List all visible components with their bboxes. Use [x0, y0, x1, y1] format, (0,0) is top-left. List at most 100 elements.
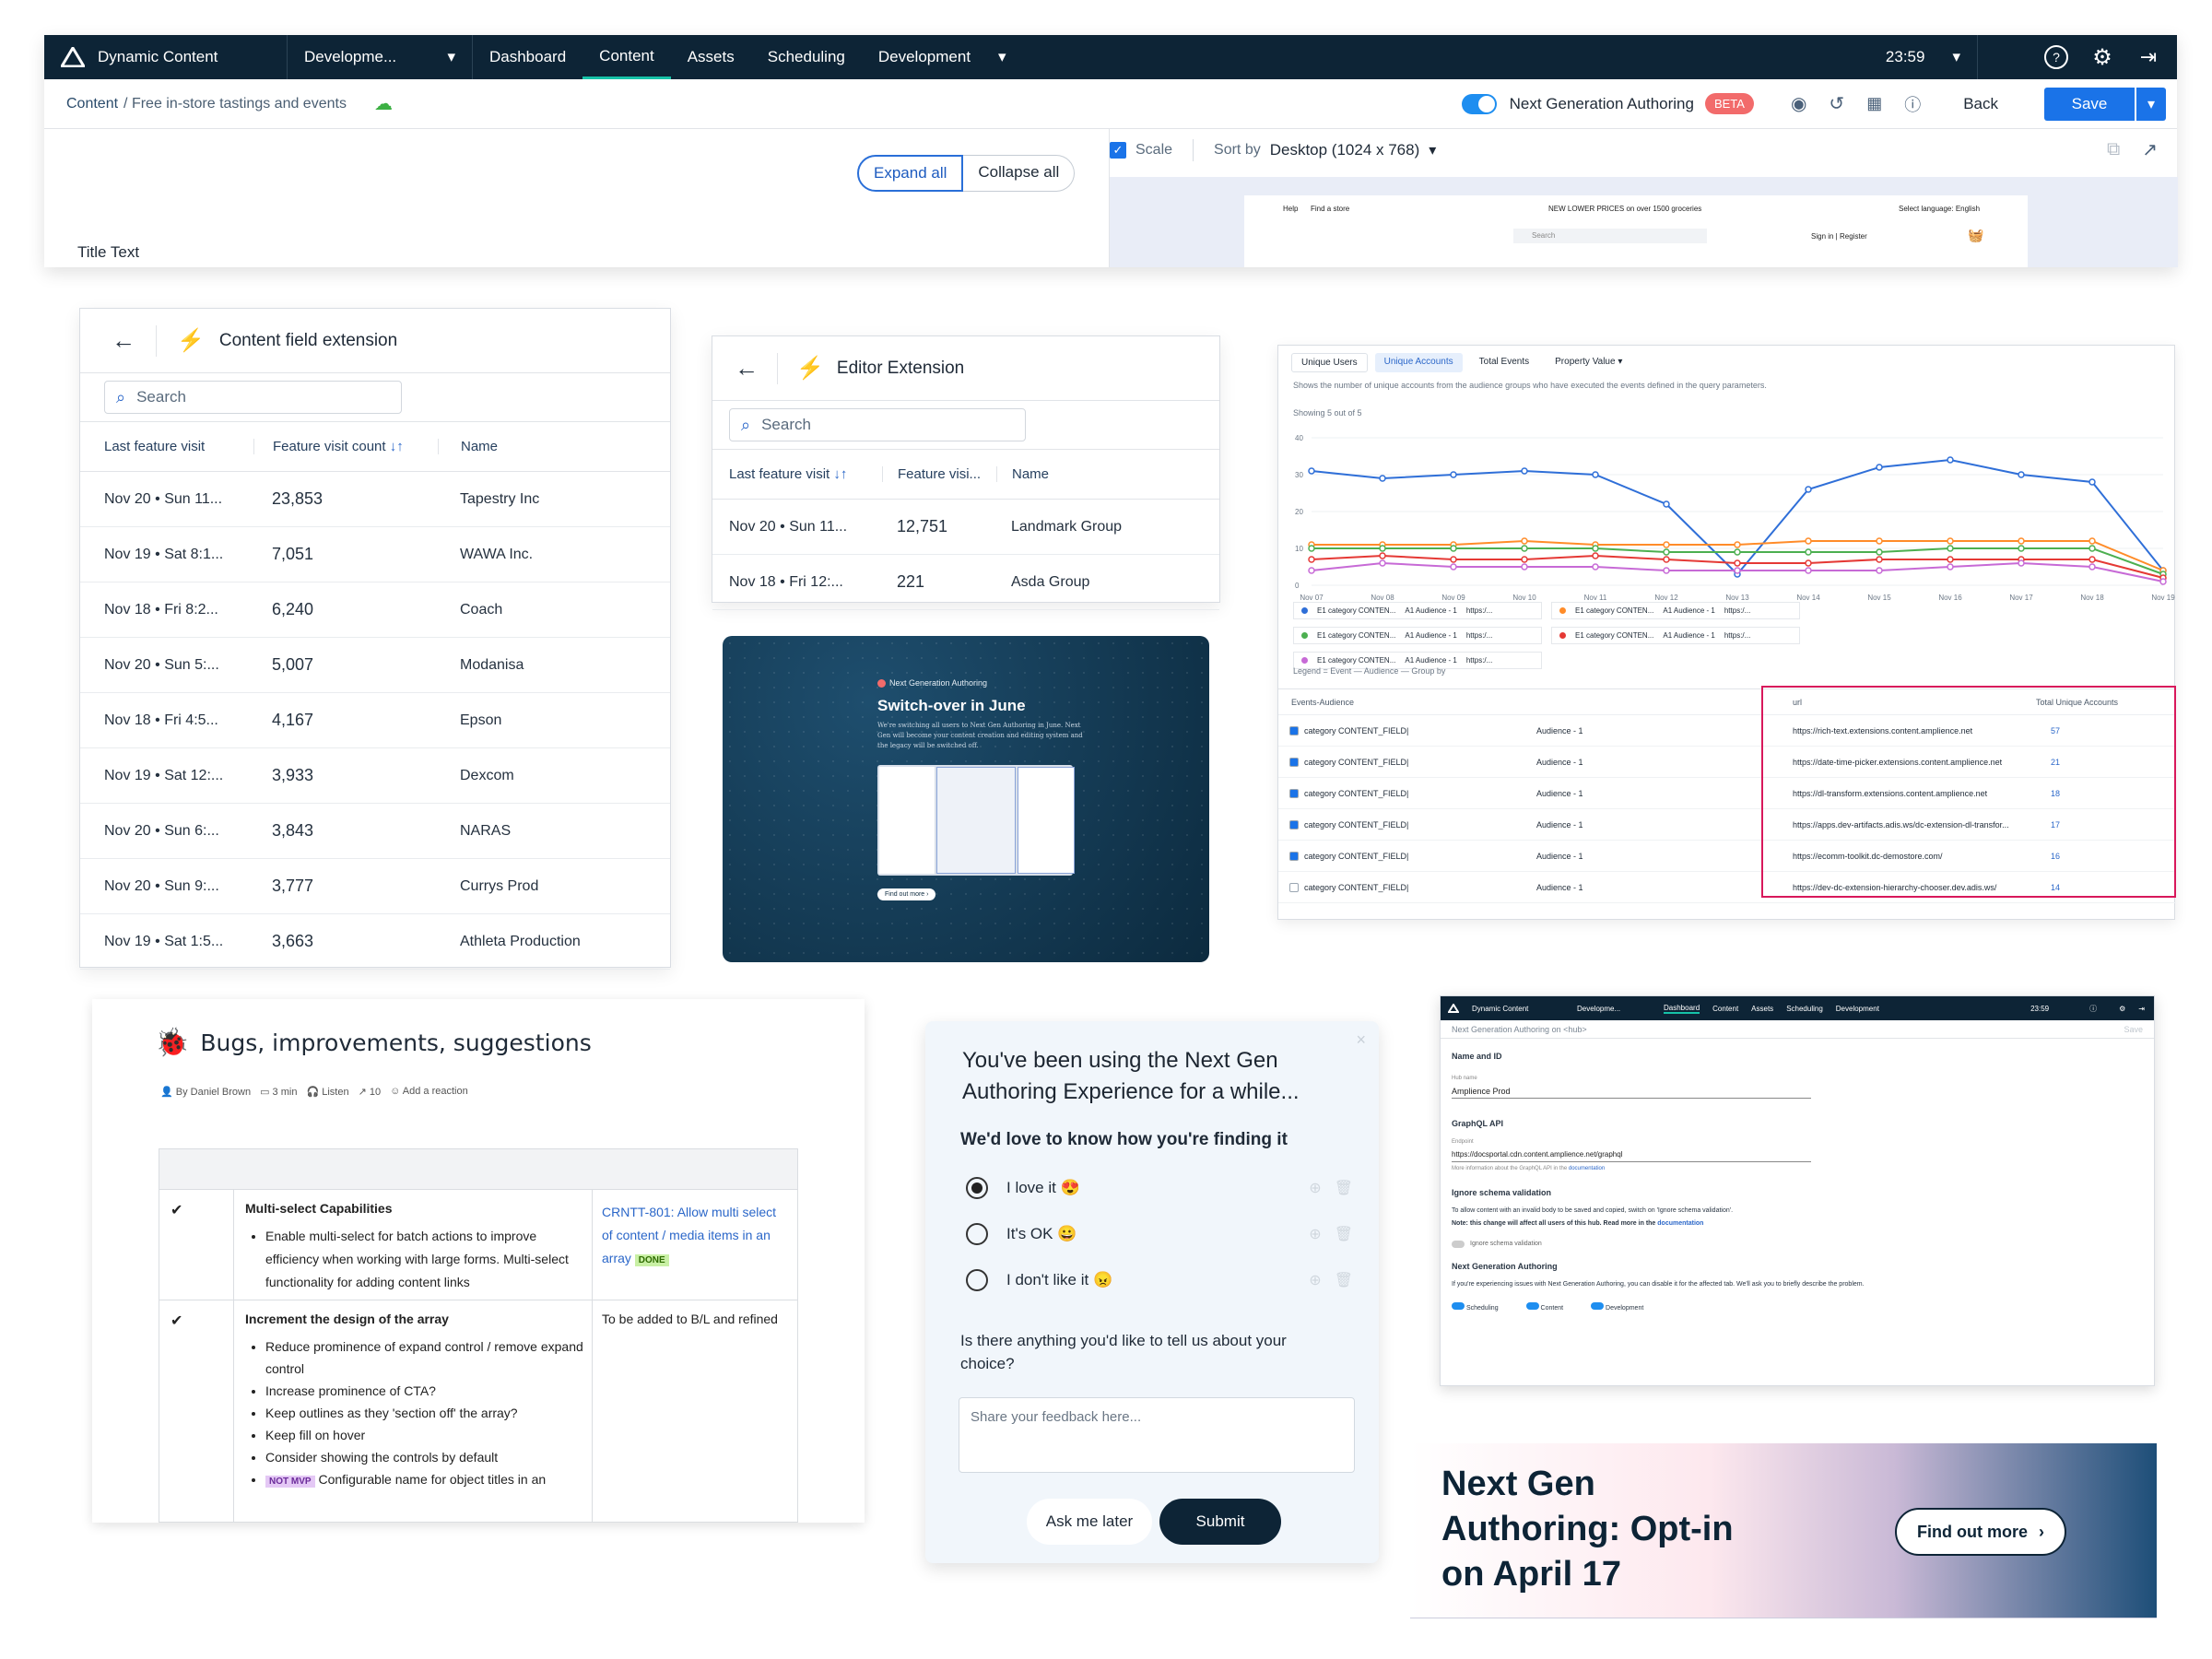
- promo-find-out-more-button[interactable]: Find out more ›: [877, 888, 936, 900]
- data-point[interactable]: [1308, 467, 1315, 475]
- data-point[interactable]: [1450, 556, 1457, 563]
- row-checkbox[interactable]: [1289, 819, 1299, 830]
- data-point[interactable]: [1521, 556, 1528, 563]
- nav-assets[interactable]: Assets: [671, 35, 751, 79]
- table-row[interactable]: Nov 20 • Sun 9:... 3,777 Currys Prod: [80, 859, 670, 914]
- data-point[interactable]: [1663, 567, 1670, 574]
- data-point[interactable]: [2018, 537, 2025, 545]
- data-point[interactable]: [1663, 548, 1670, 556]
- row-checkbox[interactable]: [1289, 882, 1299, 892]
- preview-search[interactable]: Search: [1513, 229, 1707, 243]
- data-point[interactable]: [1379, 552, 1386, 559]
- data-point[interactable]: [1379, 545, 1386, 552]
- data-point[interactable]: [1876, 567, 1883, 574]
- col-name[interactable]: Name: [996, 466, 1049, 482]
- help-icon[interactable]: ?: [2044, 45, 2068, 69]
- calendar-icon[interactable]: ▦: [1866, 94, 1882, 113]
- data-point[interactable]: [2088, 545, 2096, 552]
- add-icon[interactable]: ⊕: [1309, 1225, 1321, 1243]
- data-point[interactable]: [1947, 556, 1954, 563]
- logout-icon[interactable]: ⇥: [2138, 1005, 2145, 1013]
- data-point[interactable]: [2018, 545, 2025, 552]
- data-point[interactable]: [1876, 464, 1883, 471]
- info-icon[interactable]: ⓘ: [1904, 92, 1921, 116]
- table-row[interactable]: Nov 20 • Sun 11... 23,853 Tapestry Inc: [80, 472, 670, 527]
- doc-link[interactable]: documentation: [1657, 1220, 1703, 1227]
- data-point[interactable]: [2088, 556, 2096, 563]
- survey-option[interactable]: It's OK 😀 ⊕ 🗑: [966, 1211, 1353, 1257]
- data-point[interactable]: [2088, 537, 2096, 545]
- save-options-chevron-icon[interactable]: ▾: [2136, 87, 2166, 121]
- settings-save-button[interactable]: Save: [2124, 1025, 2143, 1034]
- data-point[interactable]: [1947, 563, 1954, 571]
- toggle-switch[interactable]: [1452, 1302, 1465, 1310]
- settings-nav-item[interactable]: Assets: [1751, 1005, 1773, 1013]
- data-point[interactable]: [1663, 556, 1670, 563]
- data-point[interactable]: [1450, 471, 1457, 478]
- col-feature-visit-count[interactable]: Feature visit count ↓↑: [253, 439, 438, 454]
- nav-scheduling[interactable]: Scheduling: [751, 35, 862, 79]
- legend-item[interactable]: E1 category CONTEN... A1 Audience - 1 http…: [1293, 602, 1542, 619]
- add-icon[interactable]: ⊕: [1309, 1179, 1321, 1197]
- add-icon[interactable]: ⊕: [1309, 1271, 1321, 1289]
- settings-nav-item[interactable]: Scheduling: [1786, 1005, 1823, 1013]
- legend-item[interactable]: E1 category CONTEN... A1 Audience - 1 http…: [1551, 602, 1800, 619]
- author[interactable]: 👤 By Daniel Brown: [160, 1086, 251, 1098]
- data-point[interactable]: [1734, 541, 1741, 548]
- data-point[interactable]: [1663, 541, 1670, 548]
- hub-name-field[interactable]: Hub name Amplience Prod: [1452, 1072, 1811, 1099]
- logout-icon[interactable]: ⇥: [2136, 45, 2160, 69]
- sort-icon[interactable]: ↓↑: [833, 466, 847, 482]
- data-point[interactable]: [1805, 537, 1812, 545]
- doc-link[interactable]: documentation: [1569, 1166, 1605, 1171]
- trash-icon[interactable]: 🗑: [1335, 1271, 1353, 1289]
- ee-search-input[interactable]: ⌕ Search: [729, 408, 1026, 441]
- row-checkbox[interactable]: [1289, 788, 1299, 798]
- data-point[interactable]: [1805, 559, 1812, 567]
- data-point[interactable]: [1379, 475, 1386, 482]
- eye-icon[interactable]: ◉: [1791, 92, 1806, 115]
- legend-item[interactable]: E1 category CONTEN... A1 Audience - 1 http…: [1551, 627, 1800, 644]
- back-arrow-icon[interactable]: ←: [735, 354, 759, 382]
- col-last-feature-visit[interactable]: Last feature visit: [80, 439, 253, 454]
- sort-icon[interactable]: ↓↑: [390, 439, 404, 454]
- data-point[interactable]: [1450, 563, 1457, 571]
- table-row[interactable]: Nov 20 • Sun 11... 12,751 Landmark Group: [712, 500, 1219, 555]
- data-point[interactable]: [1734, 559, 1741, 567]
- tab-property-value[interactable]: Property Value ▾: [1546, 353, 1631, 372]
- survey-option[interactable]: I don't like it 😠 ⊕ 🗑: [966, 1257, 1353, 1303]
- find-out-more-button[interactable]: Find out more ›: [1895, 1508, 2066, 1556]
- data-point[interactable]: [2018, 559, 2025, 567]
- tab-unique-users[interactable]: Unique Users: [1291, 353, 1368, 372]
- data-point[interactable]: [1876, 537, 1883, 545]
- legend-item[interactable]: E1 category CONTEN... A1 Audience - 1 http…: [1293, 627, 1542, 644]
- back-arrow-icon[interactable]: ←: [112, 326, 135, 355]
- data-point[interactable]: [1521, 563, 1528, 571]
- copy-icon[interactable]: ⧉: [2107, 139, 2120, 160]
- data-point[interactable]: [1663, 500, 1670, 508]
- preview-language[interactable]: Select language: English: [1899, 205, 1980, 213]
- expand-all-button[interactable]: Expand all: [857, 155, 964, 192]
- table-row[interactable]: Nov 20 • Sun 6:... 3,843 NARAS: [80, 804, 670, 859]
- data-point[interactable]: [1521, 537, 1528, 545]
- breadcrumb-root[interactable]: Content: [66, 96, 118, 112]
- data-point[interactable]: [1308, 545, 1315, 552]
- toggle-development[interactable]: Development: [1591, 1302, 1643, 1315]
- data-point[interactable]: [1308, 556, 1315, 563]
- chevron-down-icon[interactable]: ▾: [1429, 141, 1436, 159]
- settings-time[interactable]: 23:59: [2030, 1005, 2049, 1013]
- data-point[interactable]: [1521, 467, 1528, 475]
- data-point[interactable]: [2018, 471, 2025, 478]
- data-point[interactable]: [1734, 548, 1741, 556]
- data-point[interactable]: [1308, 567, 1315, 574]
- nav-dashboard[interactable]: Dashboard: [473, 35, 582, 79]
- data-point[interactable]: [1521, 545, 1528, 552]
- brand[interactable]: Dynamic Content: [44, 35, 287, 79]
- submit-button[interactable]: Submit: [1159, 1499, 1281, 1545]
- time-selector[interactable]: 23:59 ▾: [1869, 35, 1977, 79]
- data-point[interactable]: [1592, 552, 1599, 559]
- trash-icon[interactable]: 🗑: [1335, 1225, 1353, 1243]
- row-checkbox[interactable]: [1289, 725, 1299, 735]
- row1-ticket[interactable]: CRNTT-801: Allow multi select of content…: [593, 1190, 797, 1300]
- ng-authoring-toggle[interactable]: [1461, 93, 1497, 114]
